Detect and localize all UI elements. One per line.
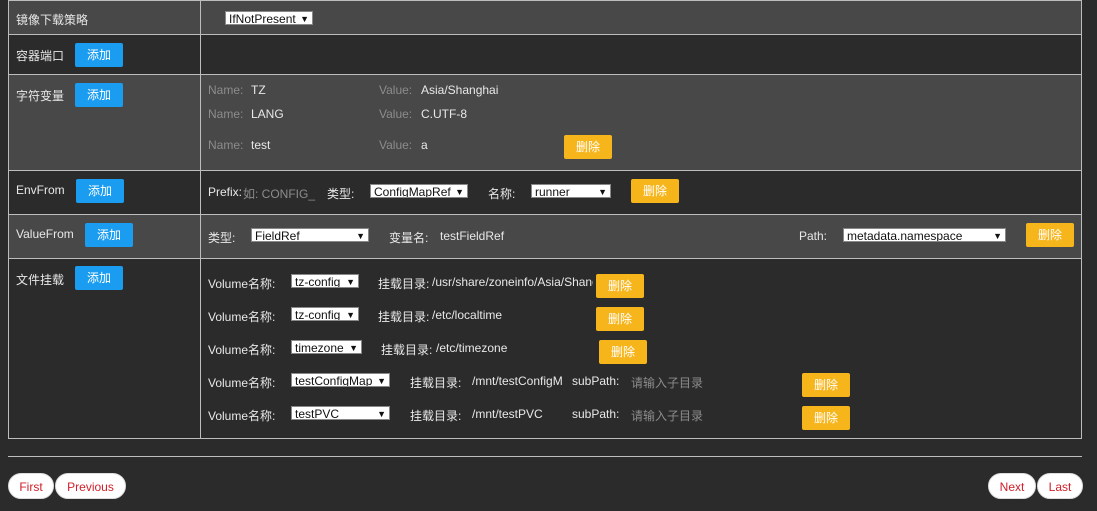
volumes-value-cell: Volume名称: tz-config ▼ 挂载目录: /usr/share/z… — [200, 258, 1082, 439]
add-env-button[interactable]: 添加 — [75, 83, 123, 107]
mount-label: 挂载目录: — [378, 277, 430, 291]
var-name-label: 变量名: — [389, 231, 429, 245]
envfrom-name-select[interactable]: runner ▼ — [531, 184, 611, 198]
mount-path[interactable]: /mnt/testConfigMap — [472, 374, 562, 388]
env-name-value: test — [251, 138, 271, 152]
volume-name-label: Volume名称: — [208, 376, 276, 390]
pull-policy-value-cell: IfNotPresent ▼ — [200, 0, 1082, 35]
env-name-label: Name: — [208, 107, 244, 121]
pull-policy-label: 镜像下载策略 — [16, 13, 89, 27]
valuefrom-label: ValueFrom — [16, 227, 74, 241]
ports-label-cell: 容器端口 添加 — [8, 34, 201, 75]
divider — [8, 456, 1082, 457]
chevron-down-icon: ▼ — [346, 310, 355, 320]
chevron-down-icon: ▼ — [346, 277, 355, 287]
last-page-button[interactable]: Last — [1037, 473, 1083, 499]
env-value-value: C.UTF-8 — [421, 107, 467, 121]
env-label: 字符变量 — [16, 89, 65, 103]
volumes-label-cell: 文件挂载 添加 — [8, 258, 201, 439]
previous-page-button[interactable]: Previous — [55, 473, 126, 499]
add-port-button[interactable]: 添加 — [75, 43, 123, 67]
env-name-label: Name: — [208, 83, 244, 97]
chevron-down-icon: ▼ — [377, 409, 386, 419]
chevron-down-icon: ▼ — [598, 187, 607, 197]
env-value-value: a — [421, 138, 428, 152]
valuefrom-label-cell: ValueFrom 添加 — [8, 214, 201, 259]
volume-select[interactable]: timezone ▼ — [291, 340, 362, 354]
pull-policy-select[interactable]: IfNotPresent ▼ — [225, 11, 313, 25]
delete-valuefrom-button[interactable]: 删除 — [1026, 223, 1074, 247]
next-page-button[interactable]: Next — [988, 473, 1036, 499]
valuefrom-type-select[interactable]: FieldRef ▼ — [251, 228, 369, 242]
prefix-input[interactable]: 如: CONFIG_ — [243, 185, 315, 202]
mount-path[interactable]: /etc/timezone — [436, 341, 596, 355]
envfrom-value-cell: Prefix: 如: CONFIG_ 类型: ConfigMapRef ▼ 名称… — [200, 170, 1082, 215]
path-select[interactable]: metadata.namespace ▼ — [843, 228, 1006, 242]
delete-volume-button[interactable]: 删除 — [596, 274, 644, 298]
pull-policy-label-cell: 镜像下载策略 — [8, 0, 201, 35]
envfrom-label: EnvFrom — [16, 183, 65, 197]
mount-label: 挂载目录: — [378, 310, 430, 324]
mount-label: 挂载目录: — [381, 343, 433, 357]
delete-volume-button[interactable]: 删除 — [802, 406, 850, 430]
envfrom-label-cell: EnvFrom 添加 — [8, 170, 201, 215]
chevron-down-icon: ▼ — [455, 187, 464, 197]
ports-value-cell — [200, 34, 1082, 75]
volume-select[interactable]: tz-config ▼ — [291, 274, 359, 288]
envfrom-type-label: 类型: — [327, 187, 355, 201]
prefix-label: Prefix: — [208, 185, 243, 199]
volume-select[interactable]: testConfigMap ▼ — [291, 373, 390, 387]
chevron-down-icon: ▼ — [356, 231, 365, 241]
env-name-label: Name: — [208, 138, 244, 152]
mount-label: 挂载目录: — [410, 376, 462, 390]
ports-label: 容器端口 — [16, 49, 65, 63]
env-label-cell: 字符变量 添加 — [8, 74, 201, 171]
env-value-value: Asia/Shanghai — [421, 83, 499, 97]
subpath-input[interactable]: 请输入子目录 — [631, 374, 703, 391]
env-value-label: Value: — [379, 107, 413, 121]
volume-name-label: Volume名称: — [208, 310, 276, 324]
valuefrom-value-cell: 类型: FieldRef ▼ 变量名: testFieldRef Path: m… — [200, 214, 1082, 259]
env-name-value: TZ — [251, 83, 266, 97]
mount-label: 挂载目录: — [410, 409, 462, 423]
env-value-label: Value: — [379, 138, 413, 152]
subpath-input[interactable]: 请输入子目录 — [631, 407, 703, 424]
valuefrom-type-label: 类型: — [208, 231, 236, 245]
delete-volume-button[interactable]: 删除 — [802, 373, 850, 397]
volume-select[interactable]: tz-config ▼ — [291, 307, 359, 321]
mount-path[interactable]: /etc/localtime — [432, 308, 593, 322]
env-name-value: LANG — [251, 107, 284, 121]
container-form-table: 镜像下载策略 IfNotPresent ▼ 容器端口 添加 字符变量 添加 Na… — [8, 0, 1082, 439]
chevron-down-icon: ▼ — [993, 231, 1002, 241]
mount-path[interactable]: /mnt/testPVC — [472, 407, 562, 421]
env-value-label: Value: — [379, 83, 413, 97]
envfrom-name-label: 名称: — [488, 187, 516, 201]
chevron-down-icon: ▼ — [377, 376, 386, 386]
volume-name-label: Volume名称: — [208, 343, 276, 357]
delete-env-button[interactable]: 删除 — [564, 135, 612, 159]
first-page-button[interactable]: First — [8, 473, 54, 499]
subpath-label: subPath: — [572, 407, 620, 421]
delete-volume-button[interactable]: 删除 — [599, 340, 647, 364]
subpath-label: subPath: — [572, 374, 620, 388]
volume-name-label: Volume名称: — [208, 409, 276, 423]
add-valuefrom-button[interactable]: 添加 — [85, 223, 133, 247]
path-label: Path: — [799, 229, 828, 243]
env-value-cell: Name: TZ Value: Asia/Shanghai Name: LANG… — [200, 74, 1082, 171]
envfrom-type-select[interactable]: ConfigMapRef ▼ — [370, 184, 468, 198]
volume-select[interactable]: testPVC ▼ — [291, 406, 390, 420]
delete-volume-button[interactable]: 删除 — [596, 307, 644, 331]
volume-name-label: Volume名称: — [208, 277, 276, 291]
delete-envfrom-button[interactable]: 删除 — [631, 179, 679, 203]
add-envfrom-button[interactable]: 添加 — [76, 179, 124, 203]
mount-path[interactable]: /usr/share/zoneinfo/Asia/Shanghai — [432, 275, 593, 289]
add-volume-button[interactable]: 添加 — [75, 266, 123, 290]
chevron-down-icon: ▼ — [349, 343, 358, 353]
chevron-down-icon: ▼ — [300, 14, 309, 24]
volumes-label: 文件挂载 — [16, 273, 65, 287]
var-name-value[interactable]: testFieldRef — [440, 229, 504, 243]
